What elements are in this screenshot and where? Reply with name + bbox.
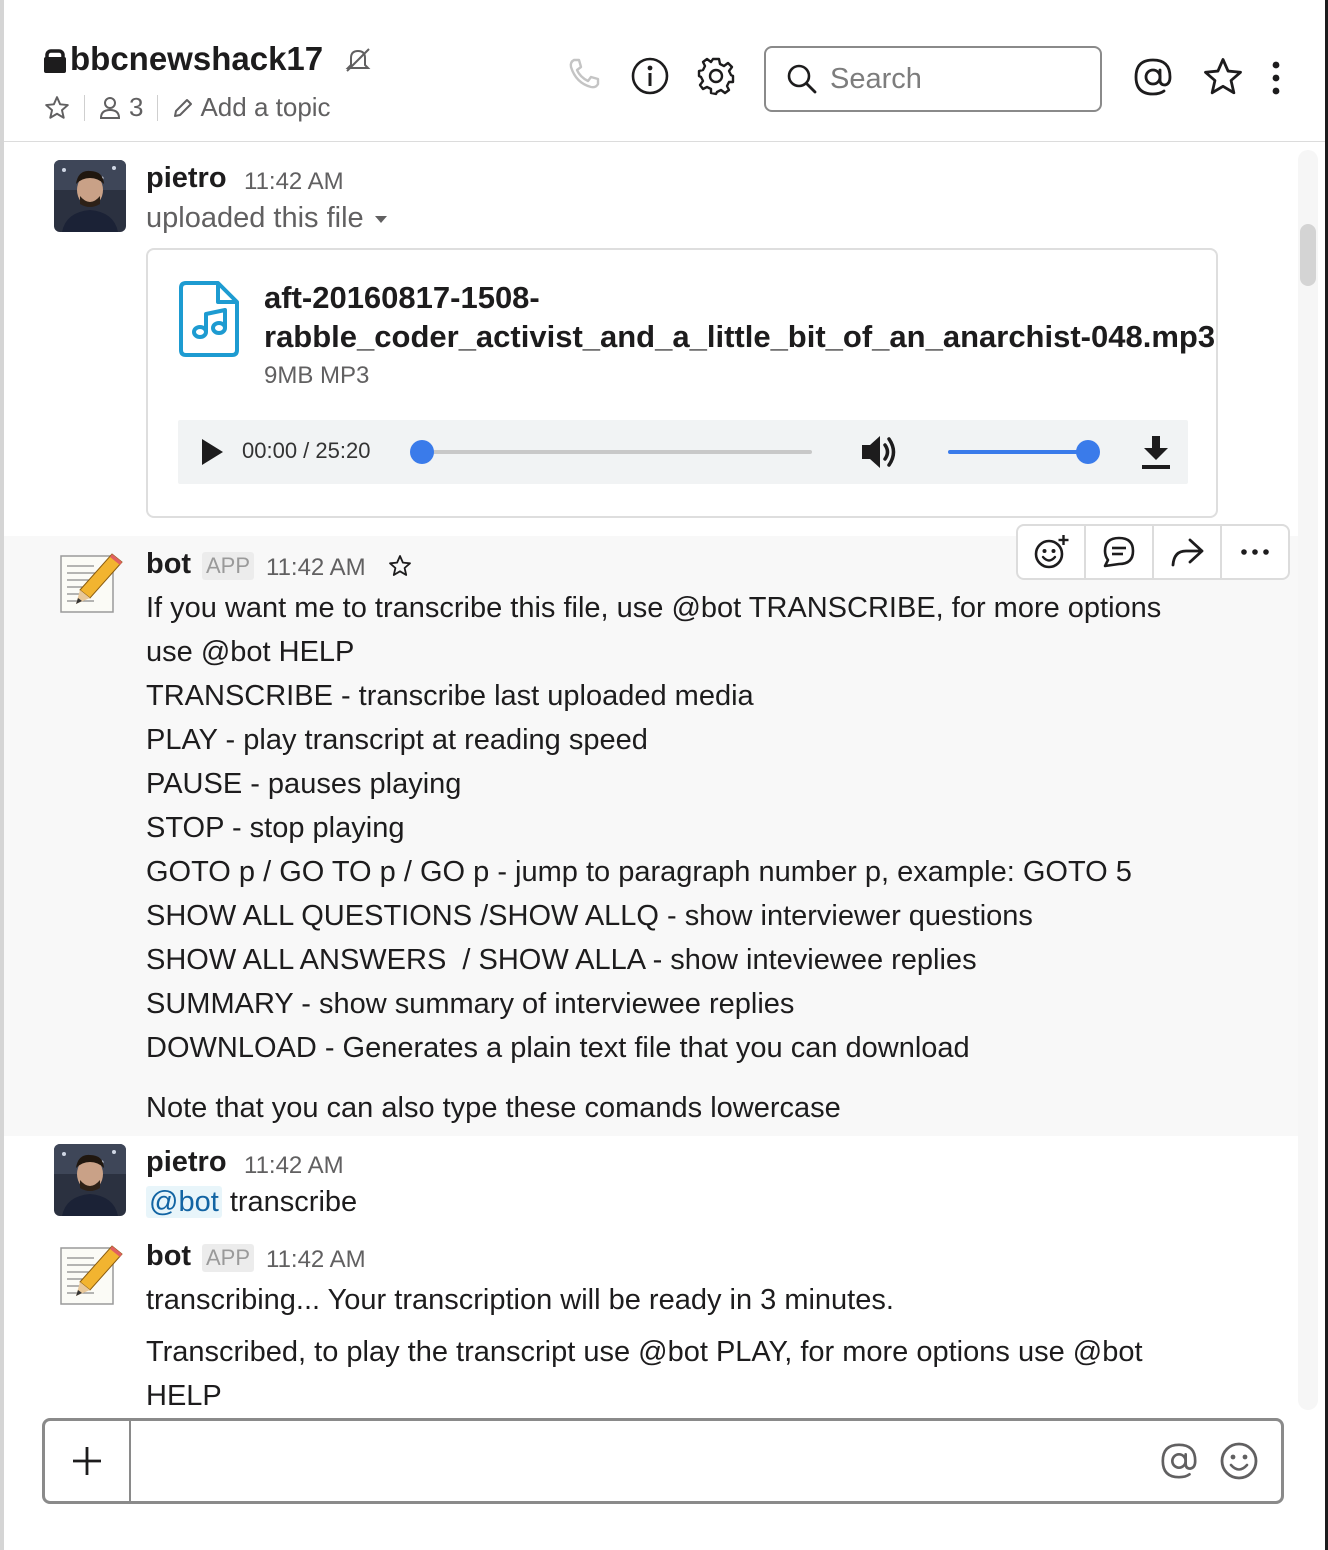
message-line: TRANSCRIBE - transcribe last uploaded me… [146, 680, 754, 712]
author-name[interactable]: bot [146, 1240, 191, 1273]
mention-icon[interactable] [1159, 1441, 1199, 1481]
attach-button[interactable] [45, 1421, 131, 1501]
author-name[interactable]: pietro [146, 162, 227, 195]
bot-avatar[interactable] [54, 1238, 126, 1310]
progress-thumb[interactable] [410, 440, 434, 464]
lock-icon [44, 43, 66, 75]
channel-name: bbcnewshack17 [70, 40, 324, 77]
star-channel-icon[interactable] [44, 95, 70, 121]
author-name[interactable]: pietro [146, 1146, 227, 1179]
upload-subtitle-text: uploaded this file [146, 202, 364, 234]
search-icon [786, 63, 818, 95]
app-badge: APP [202, 552, 255, 580]
message-note: Note that you can also type these comand… [146, 1092, 841, 1124]
more-vertical-icon[interactable] [1270, 60, 1282, 96]
message-input[interactable] [145, 1439, 1149, 1485]
more-horizontal-icon [1240, 548, 1270, 556]
message-line: SUMMARY - show summary of interviewee re… [146, 988, 795, 1020]
message-line: SHOW ALL ANSWERS / SHOW ALLA - show inte… [146, 944, 977, 976]
message-actions-bar [1016, 524, 1290, 580]
message-line: SHOW ALL QUESTIONS /SHOW ALLQ - show int… [146, 900, 1033, 932]
volume-track[interactable] [948, 450, 1088, 454]
play-icon[interactable] [200, 438, 224, 466]
mentions-icon[interactable] [1132, 56, 1174, 98]
members-icon[interactable] [99, 96, 121, 120]
share-icon [1170, 537, 1204, 567]
share-message-button[interactable] [1154, 526, 1222, 578]
channel-header: bbcnewshack17 3 Add a topic [4, 0, 1325, 142]
app-badge: APP [202, 1244, 255, 1272]
progress-track[interactable] [418, 450, 812, 454]
volume-thumb[interactable] [1076, 440, 1100, 464]
audio-file-icon [178, 280, 240, 358]
info-icon[interactable] [630, 56, 670, 96]
gear-icon[interactable] [696, 56, 736, 96]
message-line: PLAY - play transcript at reading speed [146, 724, 648, 756]
message-composer [42, 1418, 1284, 1504]
add-reaction-button[interactable] [1018, 526, 1086, 578]
search-box[interactable] [764, 46, 1102, 112]
plus-icon [71, 1445, 103, 1477]
avatar[interactable] [54, 160, 126, 232]
file-name[interactable]: aft-20160817-1508- rabble_coder_activist… [264, 278, 1215, 356]
file-meta: 9MB MP3 [264, 362, 370, 389]
file-name-line: rabble_coder_activist_and_a_little_bit_o… [264, 319, 1216, 354]
timestamp[interactable]: 11:42 AM [266, 554, 366, 582]
scrollbar-thumb[interactable] [1300, 224, 1316, 286]
command-text: transcribe [229, 1186, 358, 1218]
timestamp[interactable]: 11:42 AM [244, 1152, 344, 1180]
file-card[interactable]: aft-20160817-1508- rabble_coder_activist… [146, 248, 1218, 518]
message-text: @bot transcribe [146, 1186, 357, 1219]
channel-title[interactable]: bbcnewshack17 [44, 40, 323, 78]
caret-down-icon [374, 214, 388, 224]
download-icon[interactable] [1140, 434, 1172, 470]
player-time: 00:00 / 25:20 [242, 438, 371, 463]
user-mention[interactable]: @bot [146, 1186, 222, 1218]
starred-items-icon[interactable] [1202, 56, 1244, 98]
message-line: STOP - stop playing [146, 812, 405, 844]
message-line: GOTO p / GO TO p / GO p - jump to paragr… [146, 856, 1132, 888]
divider [157, 94, 159, 121]
add-topic-link[interactable]: Add a topic [200, 92, 330, 123]
scrollbar-track[interactable] [1298, 150, 1318, 1410]
more-actions-button[interactable] [1222, 526, 1288, 578]
muted-bell-icon[interactable] [344, 46, 372, 74]
thread-icon [1102, 535, 1136, 569]
avatar[interactable] [54, 1144, 126, 1216]
bot-avatar[interactable] [54, 546, 126, 618]
member-count[interactable]: 3 [129, 92, 143, 123]
emoji-icon[interactable] [1219, 1441, 1259, 1481]
audio-player: 00:00 / 25:20 [178, 420, 1188, 484]
phone-icon[interactable] [566, 56, 602, 92]
message-line: transcribing... Your transcription will … [146, 1284, 894, 1316]
timestamp[interactable]: 11:42 AM [244, 168, 344, 196]
file-name-line: aft-20160817-1508- [264, 280, 540, 315]
message-line: HELP [146, 1380, 222, 1410]
pencil-icon [172, 97, 194, 119]
message-line: PAUSE - pauses playing [146, 768, 462, 800]
star-message-icon[interactable] [388, 554, 412, 578]
volume-icon[interactable] [860, 433, 900, 471]
message-line: Transcribed, to play the transcript use … [146, 1336, 1143, 1368]
search-input[interactable] [828, 61, 1092, 97]
reply-thread-button[interactable] [1086, 526, 1154, 578]
message-line: DOWNLOAD - Generates a plain text file t… [146, 1032, 970, 1064]
divider [84, 94, 85, 121]
upload-subtitle[interactable]: uploaded this file [146, 202, 388, 235]
add-reaction-icon [1033, 534, 1069, 570]
channel-meta: 3 Add a topic [44, 92, 331, 123]
author-name[interactable]: bot [146, 548, 191, 581]
timestamp[interactable]: 11:42 AM [266, 1246, 366, 1274]
message-list[interactable]: pietro 11:42 AM uploaded this file aft-2… [4, 142, 1300, 1410]
message-line: If you want me to transcribe this file, … [146, 592, 1162, 624]
message-line: use @bot HELP [146, 636, 355, 668]
